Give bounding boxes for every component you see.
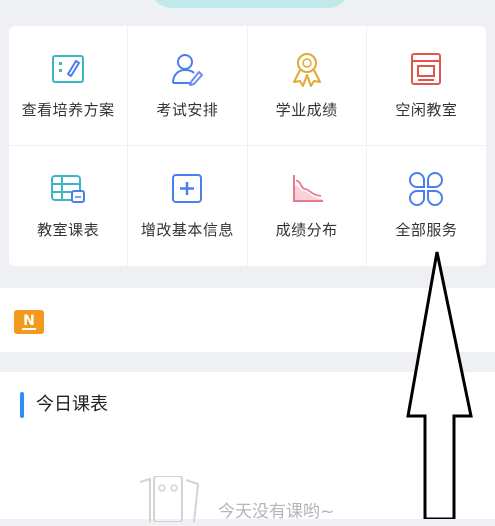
service-item-all-services[interactable]: 全部服务 [367,146,486,266]
top-banner [0,0,495,14]
banner-wave [150,0,350,8]
service-label: 学业成绩 [275,101,338,119]
empty-schedule-icon [132,475,204,523]
empty-schedule-text: 今天没有课哟~ [218,502,335,522]
service-label: 增改基本信息 [140,221,234,239]
service-label: 成绩分布 [275,221,338,239]
service-label: 考试安排 [156,101,219,119]
section-title: 今日课表 [36,394,108,415]
service-label: 全部服务 [395,221,458,239]
service-item-edit-info[interactable]: 增改基本信息 [128,146,248,266]
all-services-icon [408,171,444,207]
service-item-exam-schedule[interactable]: 考试安排 [128,26,248,146]
service-label: 空闲教室 [395,101,458,119]
today-schedule-card: 今日课表 今天没有课哟~ [0,372,495,523]
free-classroom-icon [408,51,444,87]
edit-info-icon [169,171,205,207]
notice-icon: N [14,310,44,334]
service-grid: 查看培养方案 考试安排 学业成绩 空闲教室 教室课表 增改基本信息 成绩分布 全… [9,26,486,266]
grades-ribbon-icon [289,51,325,87]
section-accent-bar [20,392,24,418]
service-label: 教室课表 [37,221,100,239]
notice-badge-letter: N [22,313,36,330]
training-plan-icon [50,51,86,87]
service-item-training-plan[interactable]: 查看培养方案 [9,26,129,146]
service-label: 查看培养方案 [21,101,115,119]
grade-distribution-icon [289,171,325,207]
service-item-grade-distribution[interactable]: 成绩分布 [248,146,367,266]
classroom-timetable-icon [50,171,86,207]
exam-schedule-icon [169,51,205,87]
service-item-free-classroom[interactable]: 空闲教室 [366,26,486,146]
notice-bar[interactable]: N [0,288,495,352]
service-item-classroom-timetable[interactable]: 教室课表 [9,146,129,266]
service-item-grades[interactable]: 学业成绩 [247,26,367,146]
